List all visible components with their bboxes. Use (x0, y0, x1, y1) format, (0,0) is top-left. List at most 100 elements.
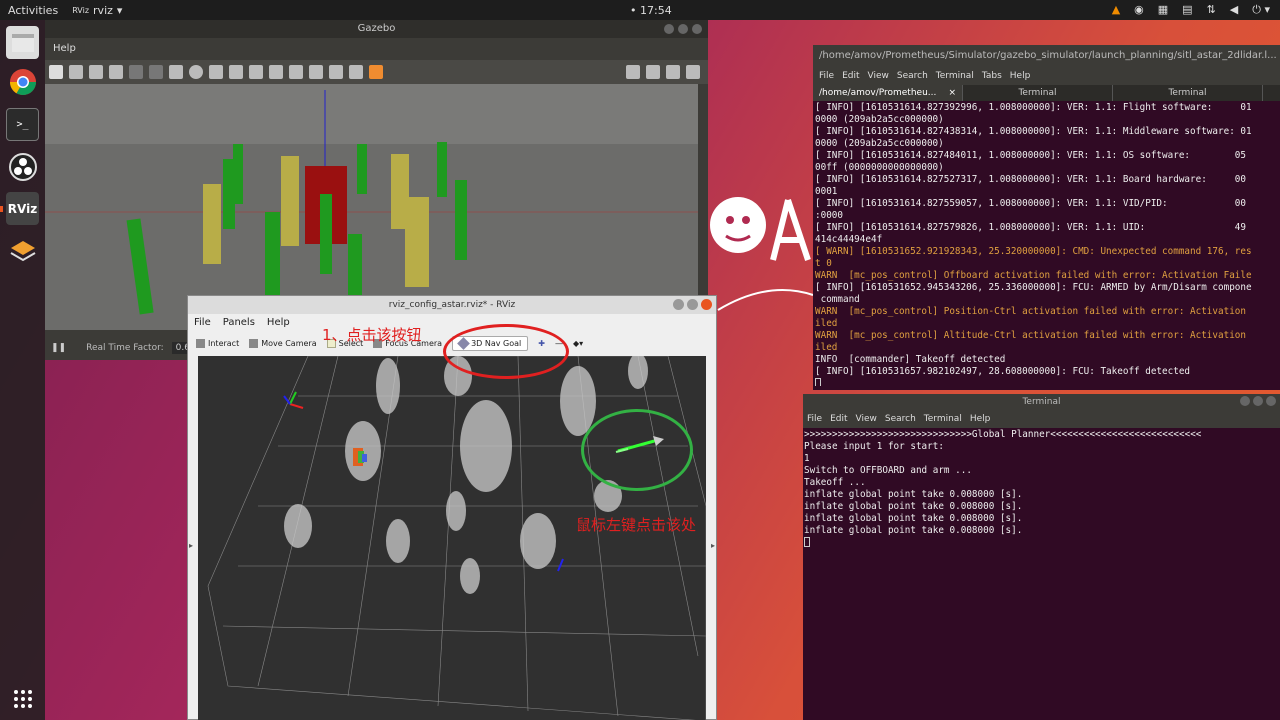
terminal-line: inflate global point take 0.008000 [s]. (804, 489, 1023, 500)
obs-studio-icon[interactable] (6, 150, 39, 183)
menu-view[interactable]: View (868, 67, 889, 85)
tool-options-icon[interactable]: ◆▾ (573, 339, 583, 348)
log-icon[interactable] (646, 65, 660, 79)
dock: >_ RViz (0, 20, 45, 720)
cylinder-shape-icon[interactable] (209, 65, 223, 79)
terminal-line: [ INFO] [1610531657.982102497, 28.608000… (815, 366, 1191, 377)
terminal-line: 414c44494e4f (815, 234, 883, 245)
screenshot-icon[interactable] (626, 65, 640, 79)
rotate-mode-icon[interactable] (89, 65, 103, 79)
gazebo-3d-scene[interactable] (45, 84, 698, 330)
wallpaper-logo (708, 180, 818, 460)
terminal-line: [ INFO] [1610531614.827527317, 1.0080000… (815, 174, 1246, 185)
menu-edit[interactable]: Edit (842, 67, 859, 85)
menu-search[interactable]: Search (897, 67, 928, 85)
maximize-icon[interactable] (687, 299, 698, 310)
tab-terminal-3[interactable]: Terminal (1113, 85, 1263, 101)
chevron-down-icon: ▾ (116, 3, 123, 17)
menu-edit[interactable]: Edit (830, 410, 847, 428)
change-view-icon[interactable] (369, 65, 383, 79)
plot-icon[interactable] (666, 65, 680, 79)
scale-mode-icon[interactable] (109, 65, 123, 79)
menu-help[interactable]: Help (267, 314, 290, 332)
terminal-line: [ INFO] [1610531614.827392996, 1.0080000… (815, 102, 1252, 113)
activities-button[interactable]: Activities (0, 4, 66, 17)
gazebo-titlebar[interactable]: Gazebo (45, 20, 708, 38)
box-shape-icon[interactable] (169, 65, 183, 79)
tab-terminal-2[interactable]: Terminal (963, 85, 1113, 101)
maximize-icon[interactable] (678, 24, 688, 34)
rviz-icon[interactable]: RViz (6, 192, 39, 225)
point-light-icon[interactable] (229, 65, 243, 79)
menu-panels[interactable]: Panels (223, 314, 255, 332)
spot-light-icon[interactable] (249, 65, 263, 79)
menu-help[interactable]: Help (970, 410, 991, 428)
menu-file[interactable]: File (194, 314, 211, 332)
annotation-ellipse-button (443, 324, 569, 379)
paste-icon[interactable] (309, 65, 323, 79)
translate-mode-icon[interactable] (69, 65, 83, 79)
menu-terminal[interactable]: Terminal (936, 67, 974, 85)
close-icon[interactable] (1266, 396, 1276, 406)
left-panel-collapse-icon[interactable]: ▸ (189, 541, 193, 550)
directional-light-icon[interactable] (269, 65, 283, 79)
video-record-icon[interactable] (686, 65, 700, 79)
vlc-icon[interactable]: ▲ (1112, 3, 1120, 17)
app-menu[interactable]: RViz rviz ▾ (66, 4, 128, 17)
undo-icon[interactable] (129, 65, 143, 79)
tab-launch[interactable]: /home/amov/Prometheu... × (813, 85, 963, 101)
terminal1-title[interactable]: /home/amov/Prometheus/Simulator/gazebo_s… (813, 45, 1280, 67)
chrome-icon[interactable] (6, 65, 39, 98)
menu-file[interactable]: File (807, 410, 822, 428)
terminal2-output[interactable]: >>>>>>>>>>>>>>>>>>>>>>>>>>>>>>Global Pla… (803, 428, 1280, 548)
right-panel-collapse-icon[interactable]: ▸ (711, 541, 715, 550)
terminal-line: >>>>>>>>>>>>>>>>>>>>>>>>>>>>>>Global Pla… (804, 429, 1202, 440)
notification-dot-icon: • (630, 3, 637, 17)
copy-icon[interactable] (289, 65, 303, 79)
snap-icon[interactable] (349, 65, 363, 79)
system-tray[interactable]: ▲ ◉ ▦ ▤ ⇅ ◀ ⏻ ▾ (1112, 3, 1270, 17)
minimize-icon[interactable] (1240, 396, 1250, 406)
annotation-ellipse-goal (581, 409, 693, 491)
files-icon[interactable] (6, 26, 39, 59)
terminal-line: t 0 (815, 258, 832, 269)
minimize-icon[interactable] (673, 299, 684, 310)
terminal2-titlebar[interactable]: Terminal (803, 394, 1280, 410)
sphere-shape-icon[interactable] (189, 65, 203, 79)
close-icon[interactable] (701, 299, 712, 310)
close-icon[interactable] (692, 24, 702, 34)
layers-app-icon[interactable] (6, 234, 39, 267)
interact-tool[interactable]: Interact (196, 338, 239, 348)
menu-help[interactable]: Help (53, 43, 76, 54)
pause-icon[interactable]: ❚❚ (51, 343, 66, 353)
top-bar: Activities RViz rviz ▾ • 17:54 ▲ ◉ ▦ ▤ ⇅… (0, 0, 1280, 20)
menu-search[interactable]: Search (885, 410, 916, 428)
close-tab-icon[interactable]: × (948, 85, 956, 101)
terminal-line: Please input 1 for start: (804, 441, 944, 452)
select-mode-icon[interactable] (49, 65, 63, 79)
terminal-icon[interactable]: >_ (6, 108, 39, 141)
menu-terminal[interactable]: Terminal (924, 410, 962, 428)
terminal1-output[interactable]: [ INFO] [1610531614.827392996, 1.0080000… (813, 101, 1280, 386)
menu-view[interactable]: View (856, 410, 877, 428)
volume-icon[interactable]: ◀ (1230, 3, 1238, 17)
minimize-icon[interactable] (664, 24, 674, 34)
power-icon[interactable]: ⏻ ▾ (1252, 3, 1270, 17)
rviz-titlebar[interactable]: rviz_config_astar.rviz* - RViz (188, 296, 716, 314)
input-icon[interactable]: ▤ (1182, 3, 1192, 17)
maximize-icon[interactable] (1253, 396, 1263, 406)
align-icon[interactable] (329, 65, 343, 79)
network-icon[interactable]: ⇅ (1207, 3, 1216, 17)
keyboard-icon[interactable]: ▦ (1158, 3, 1168, 17)
clock[interactable]: • 17:54 (630, 4, 672, 17)
show-applications-icon[interactable] (6, 682, 39, 715)
menu-tabs[interactable]: Tabs (982, 67, 1002, 85)
terminal-line: WARN [mc_pos_control] Offboard activatio… (815, 270, 1252, 281)
terminal-line: 0000 (209ab2a5cc000000) (815, 138, 944, 149)
redo-icon[interactable] (149, 65, 163, 79)
move-camera-tool[interactable]: Move Camera (249, 338, 317, 348)
world-axes (283, 391, 304, 409)
menu-help[interactable]: Help (1010, 67, 1031, 85)
menu-file[interactable]: File (819, 67, 834, 85)
obs-icon[interactable]: ◉ (1134, 3, 1144, 17)
